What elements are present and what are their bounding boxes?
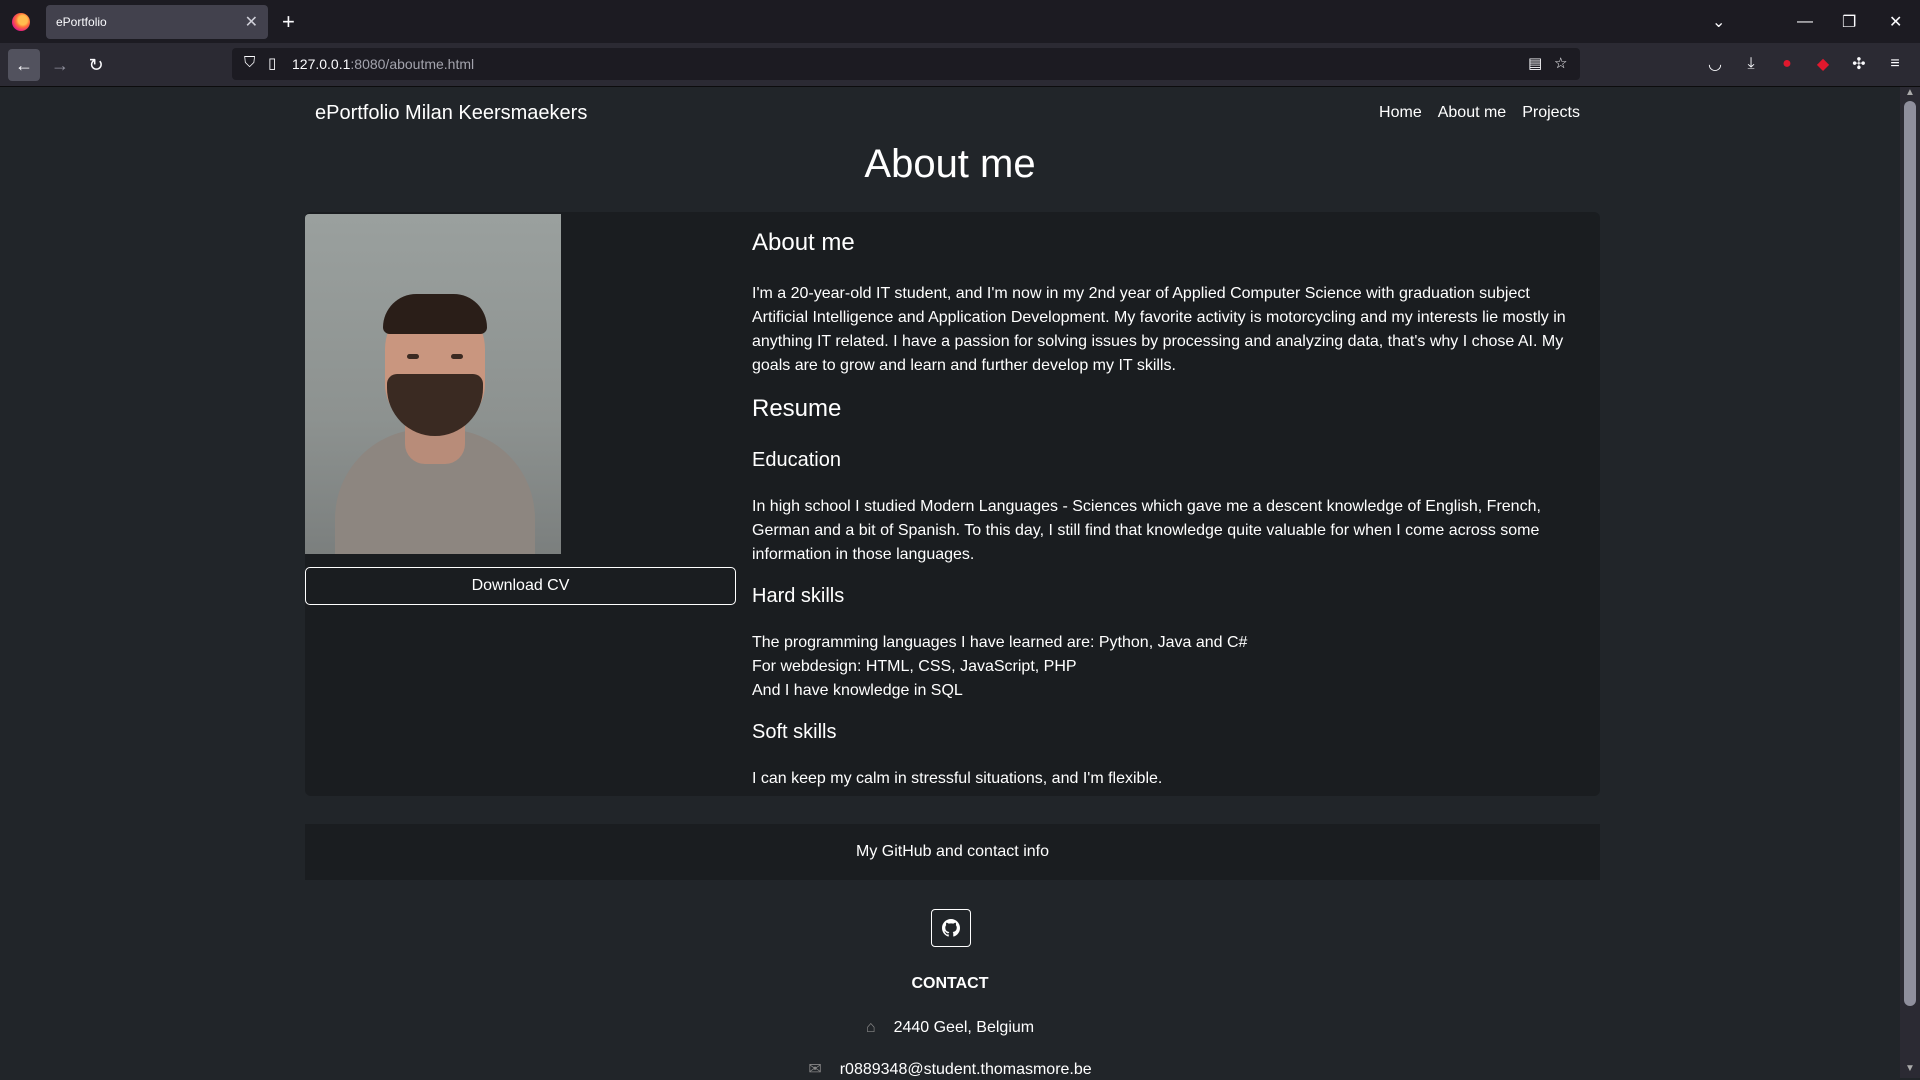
github-icon: [942, 919, 960, 937]
site-brand[interactable]: ePortfolio Milan Keersmaekers: [315, 102, 587, 125]
download-cv-button[interactable]: Download CV: [305, 567, 736, 605]
shield-icon[interactable]: ⛉: [244, 54, 255, 71]
nav-link-about-me[interactable]: About me: [1438, 104, 1506, 122]
new-tab-icon[interactable]: +: [282, 9, 295, 35]
hard-skills-heading: Hard skills: [752, 585, 845, 607]
hard-skills-line: And I have knowledge in SQL: [752, 682, 963, 699]
github-button[interactable]: [931, 909, 971, 947]
hard-skills-line: For webdesign: HTML, CSS, JavaScript, PH…: [752, 658, 1077, 675]
page-viewport: ePortfolio Milan Keersmaekers Home About…: [0, 87, 1900, 1078]
bookmark-star-icon[interactable]: ☆: [1554, 54, 1567, 72]
url-path: :8080/aboutme.html: [350, 56, 475, 72]
reader-view-icon[interactable]: ▤: [1528, 54, 1542, 72]
browser-tab-strip: ePortfolio ✕ + ⌄ — ❐ ✕: [0, 0, 1920, 43]
contact-address: ⌂ 2440 Geel, Belgium: [0, 1019, 1900, 1037]
forward-icon[interactable]: →: [44, 49, 76, 81]
scroll-up-icon[interactable]: ▲: [1905, 87, 1915, 98]
back-icon[interactable]: ←: [8, 49, 40, 81]
soft-skills-text: I can keep my calm in stressful situatio…: [752, 770, 1163, 787]
page-title: About me: [864, 142, 1036, 186]
scroll-down-icon[interactable]: ▼: [1905, 1063, 1915, 1074]
browser-tab[interactable]: ePortfolio ✕: [46, 5, 268, 39]
nav-link-projects[interactable]: Projects: [1522, 104, 1580, 122]
window-close-icon[interactable]: ✕: [1889, 0, 1902, 43]
downloads-icon[interactable]: ⤓: [1740, 53, 1762, 75]
minimize-icon[interactable]: —: [1797, 0, 1813, 43]
email-text[interactable]: r0889348@student.thomasmore.be: [840, 1061, 1092, 1078]
resume-heading: Resume: [752, 395, 842, 422]
page-scrollbar[interactable]: ▲ ▼: [1900, 87, 1920, 1078]
contact-email: ✉ r0889348@student.thomasmore.be: [0, 1059, 1900, 1078]
restore-icon[interactable]: ❐: [1842, 0, 1856, 43]
home-icon: ⌂: [865, 1019, 876, 1036]
site-navbar: ePortfolio Milan Keersmaekers Home About…: [315, 102, 1580, 142]
about-heading: About me: [752, 229, 855, 256]
address-text: 2440 Geel, Belgium: [893, 1019, 1035, 1036]
address-bar[interactable]: ⛉ ▯ 127.0.0.1:8080/aboutme.html ▤ ☆: [232, 48, 1580, 80]
close-tab-icon[interactable]: ✕: [245, 12, 258, 32]
site-menu: Home About me Projects: [1379, 104, 1580, 122]
list-tabs-icon[interactable]: ⌄: [1712, 0, 1725, 43]
tab-title: ePortfolio: [56, 15, 107, 29]
about-text: I'm a 20-year-old IT student, and I'm no…: [752, 285, 1566, 374]
browser-toolbar: ← → ↻ ⛉ ▯ 127.0.0.1:8080/aboutme.html ▤ …: [0, 43, 1920, 87]
profile-photo: [305, 214, 561, 554]
education-heading: Education: [752, 449, 841, 471]
contact-title: CONTACT: [911, 975, 989, 992]
envelope-icon: ✉: [808, 1061, 822, 1078]
extension-shield-icon[interactable]: ◆: [1812, 53, 1834, 75]
url-host: 127.0.0.1: [292, 56, 351, 72]
menu-hamburger-icon[interactable]: ≡: [1884, 53, 1906, 75]
page-icon: ▯: [268, 55, 277, 72]
pocket-icon[interactable]: ◡: [1704, 53, 1726, 75]
education-text: In high school I studied Modern Language…: [752, 498, 1541, 563]
soft-skills-heading: Soft skills: [752, 721, 837, 743]
footer-bar: My GitHub and contact info: [305, 824, 1600, 880]
extensions-puzzle-icon[interactable]: ✣: [1848, 53, 1870, 75]
scrollbar-thumb[interactable]: [1904, 101, 1916, 1006]
nav-link-home[interactable]: Home: [1379, 104, 1422, 122]
hard-skills-line: The programming languages I have learned…: [752, 634, 1248, 651]
reload-icon[interactable]: ↻: [80, 49, 112, 81]
firefox-logo-icon: [12, 12, 30, 31]
about-card: Download CV About me I'm a 20-year-old I…: [305, 212, 1600, 796]
extension-lock-icon[interactable]: ●: [1776, 53, 1798, 75]
